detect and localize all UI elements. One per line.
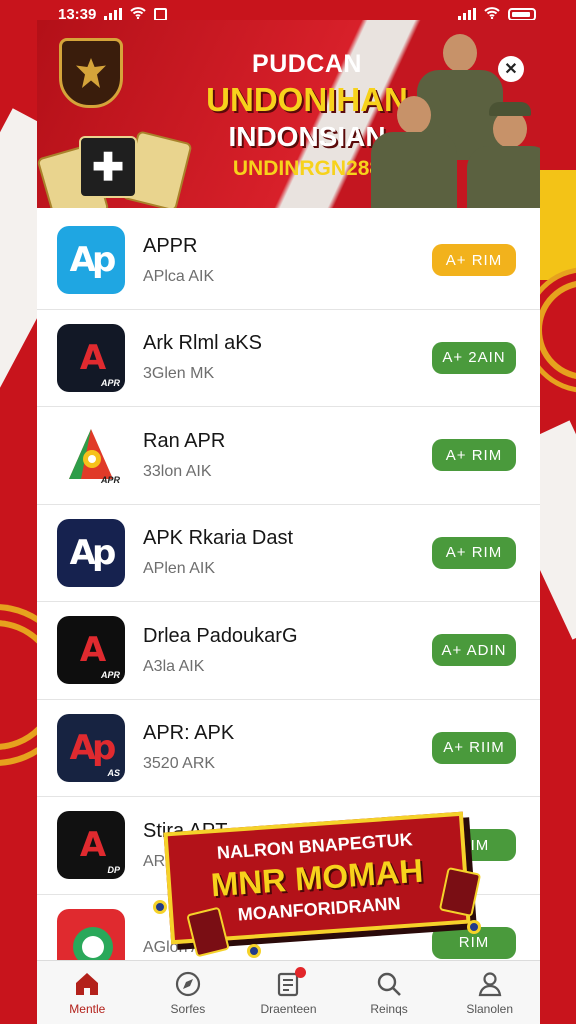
soldier-illustration (371, 96, 457, 208)
app-name: Ran APR (143, 429, 226, 452)
casino-chip-icon (467, 920, 481, 934)
nav-item-document[interactable]: Draenteen (243, 967, 333, 1016)
nav-label: Reinqs (370, 1002, 408, 1016)
app-screen: ✚ PUDCAN UNDONIHAN INDONSIAN UNDINRGN288… (37, 20, 540, 1024)
app-subtitle: A3la AIK (143, 657, 205, 675)
playing-card-icon (438, 866, 482, 918)
app-meta: Drlea PadoukarG A3la AIK (143, 625, 432, 676)
casino-chip-icon (247, 944, 261, 958)
app-subtitle: APlen AIK (143, 560, 216, 578)
app-meta: Ran APR 33lon AIK (143, 430, 432, 481)
list-item[interactable]: Ap APK Rkaria Dast APlen AIK A+ RIM (37, 505, 540, 602)
app-icon-glyph: Ap (69, 727, 117, 768)
list-item[interactable]: A APR Drlea PadoukarG A3la AIK A+ ADIN (37, 602, 540, 700)
flag-stripe (536, 170, 576, 280)
nav-label: Sorfes (170, 1002, 206, 1016)
app-subtitle: 33lon AIK (143, 462, 212, 480)
app-subtitle: 3Glen MK (143, 365, 215, 383)
list-item[interactable]: A APR Ark Rlml aKS 3Glen MK A+ 2AIN (37, 310, 540, 407)
nav-item-compass[interactable]: Sorfes (143, 969, 233, 1016)
playing-cards-illustration: ✚ (37, 128, 193, 208)
notification-icon (154, 7, 168, 21)
banner-line-1: PUDCAN (252, 50, 362, 78)
list-item[interactable]: APR Ran APR 33lon AIK A+ RIM (37, 407, 540, 505)
app-meta: Ark Rlml aKS 3Glen MK (143, 332, 432, 383)
app-icon-glyph: A (79, 337, 106, 378)
nav-item-search[interactable]: Reinqs (344, 969, 434, 1016)
app-icon-tag: APR (100, 670, 120, 681)
promo-popup[interactable]: NALRON BNAPEGTUK MNR MOMAH MOANFORIDRANN (153, 810, 497, 960)
app-icon-glyph: Ap (69, 240, 117, 281)
app-icon-tag: AS (107, 767, 120, 778)
get-button[interactable]: A+ RIM (432, 439, 516, 472)
app-icon-tag: APR (100, 475, 120, 486)
app-meta: APR: APK 3520 ARK (143, 722, 432, 773)
app-subtitle: APlca AIK (143, 267, 215, 285)
ornament (536, 280, 576, 380)
search-icon (374, 969, 404, 999)
battery-icon (508, 7, 536, 21)
app-name: APR: APK (143, 722, 235, 745)
nav-label: Slanolen (466, 1002, 514, 1016)
compass-icon (173, 969, 203, 999)
app-icon[interactable]: Ap (57, 518, 125, 587)
get-button[interactable]: A+ RIM (432, 536, 516, 569)
notification-dot (295, 967, 307, 978)
app-icon[interactable]: A DP (57, 811, 125, 880)
close-icon[interactable]: ✕ (498, 56, 524, 82)
list-item[interactable]: Ap APPR APlca AIK A+ RIM (37, 212, 540, 310)
app-icon[interactable]: Ap (57, 226, 125, 295)
app-name: Ark Rlml aKS (143, 332, 262, 355)
get-button[interactable]: A+ 2AIN (432, 341, 516, 374)
profile-icon (475, 969, 505, 999)
app-icon[interactable]: Ap AS (57, 713, 125, 782)
app-meta: APPR APlca AIK (143, 235, 432, 286)
app-icon-glyph: Ap (69, 532, 117, 573)
casino-chip-icon (153, 900, 167, 914)
nav-label: Draenteen (260, 1002, 317, 1016)
app-name: Drlea PadoukarG (143, 624, 298, 647)
app-name: APK Rkaria Dast (143, 527, 294, 550)
app-icon[interactable]: A APR (57, 323, 125, 392)
app-icon-glyph: A (79, 825, 106, 866)
emblem-logo (59, 38, 123, 108)
get-button[interactable]: A+ RIM (432, 244, 516, 277)
bottom-navigation: Mentle Sorfes Draenteen Reinqs Slanolen (37, 960, 540, 1024)
get-button[interactable]: A+ RIIM (432, 731, 516, 764)
home-icon (72, 969, 102, 999)
list-item[interactable]: Ap AS APR: APK 3520 ARK A+ RIIM (37, 700, 540, 797)
app-icon-tag: DP (107, 865, 120, 876)
cell-signal-icon (458, 8, 476, 20)
app-icon-glyph: A (79, 630, 106, 671)
app-icon-tag: APR (100, 377, 120, 388)
hero-banner[interactable]: ✚ PUDCAN UNDONIHAN INDONSIAN UNDINRGN288… (37, 20, 540, 208)
nav-item-home[interactable]: Mentle (42, 969, 132, 1016)
cell-signal-icon (104, 8, 123, 20)
app-subtitle: 3520 ARK (143, 755, 216, 773)
app-meta: APK Rkaria Dast APlen AIK (143, 527, 432, 578)
soldier-illustration (467, 102, 540, 208)
get-button[interactable]: A+ ADIN (432, 634, 516, 667)
nav-label: Mentle (69, 1002, 106, 1016)
app-icon[interactable]: A APR (57, 616, 125, 685)
nav-item-profile[interactable]: Slanolen (445, 969, 535, 1016)
app-name: APPR (143, 234, 198, 257)
app-icon[interactable]: APR (57, 421, 125, 490)
